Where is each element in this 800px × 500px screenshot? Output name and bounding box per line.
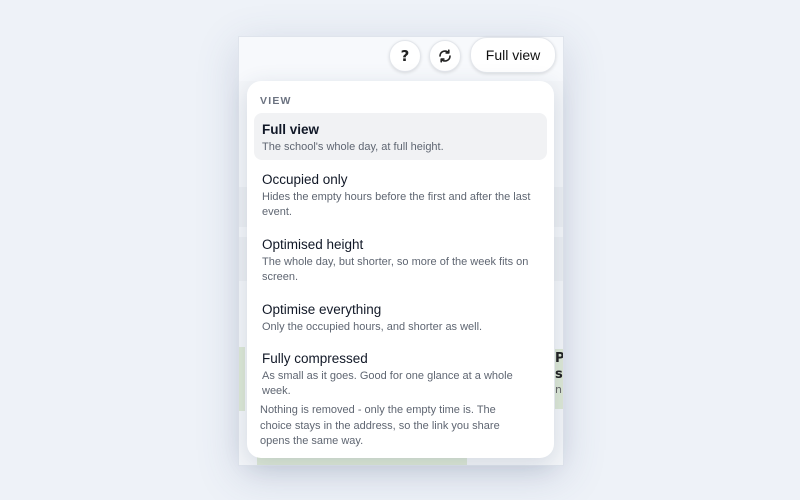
menu-item-optimised-height[interactable]: Optimised height The whole day, but shor… (254, 228, 547, 290)
background-event (239, 347, 245, 411)
help-button[interactable]: ? (389, 40, 421, 72)
menu-item-label: Optimised height (262, 237, 364, 252)
menu-item-label: Occupied only (262, 172, 348, 187)
view-menu: VIEW Full view The school's whole day, a… (247, 81, 554, 458)
menu-item-label: Optimise everything (262, 302, 382, 317)
refresh-icon (439, 49, 451, 63)
menu-item-optimise-everything[interactable]: Optimise everything Only the occupied ho… (254, 293, 547, 339)
background-text: s (555, 367, 563, 382)
menu-item-description: The whole day, but shorter, so more of t… (262, 256, 529, 283)
menu-item-description: Hides the empty hours before the first a… (262, 191, 531, 218)
refresh-button[interactable] (429, 40, 461, 72)
background-text: P (555, 351, 564, 366)
menu-item-description: The school's whole day, at full height. (262, 141, 444, 153)
menu-item-label: Fully compressed (262, 351, 368, 366)
menu-item-fully-compressed[interactable]: Fully compressed As small as it goes. Go… (254, 342, 547, 402)
menu-item-description: As small as it goes. Good for one glance… (262, 370, 513, 397)
menu-heading: VIEW (260, 95, 292, 107)
help-label: ? (400, 47, 410, 65)
menu-item-description: Only the occupied hours, and shorter as … (262, 321, 483, 333)
menu-item-label: Full view (262, 122, 320, 137)
menu-footnote: Nothing is removed - only the empty time… (260, 404, 500, 447)
background-text: n (555, 383, 562, 396)
menu-item-occupied-only[interactable]: Occupied only Hides the empty hours befo… (254, 163, 547, 225)
menu-item-full-view[interactable]: Full view The school's whole day, at ful… (254, 113, 547, 160)
view-mode-button[interactable]: Full view (470, 37, 556, 73)
